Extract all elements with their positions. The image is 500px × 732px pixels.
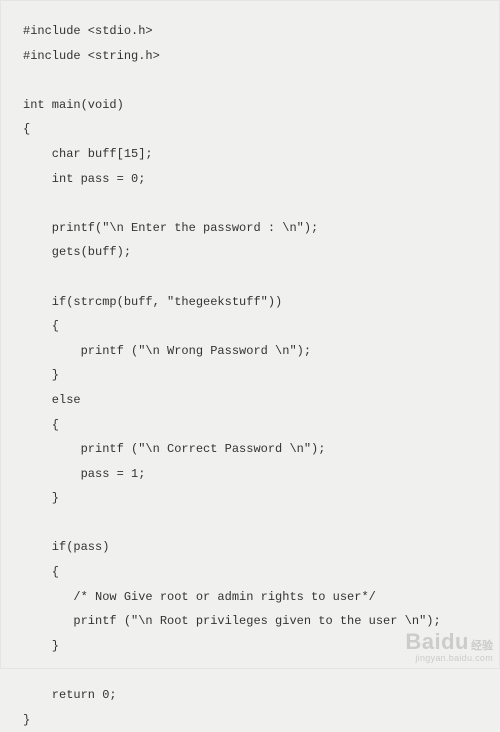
code-block: #include <stdio.h> #include <string.h> i… [23,19,477,732]
